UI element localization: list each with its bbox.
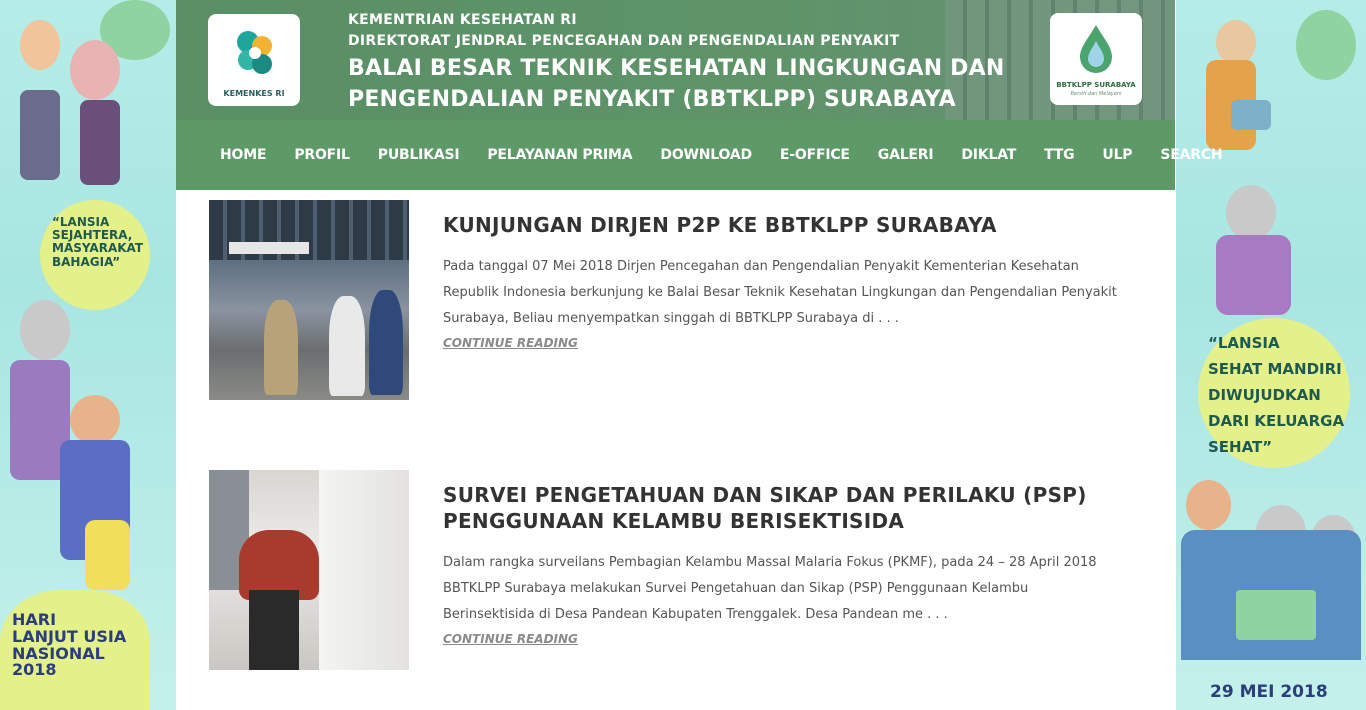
building-sign (229, 242, 309, 254)
person-illustration (70, 40, 120, 100)
post-title[interactable]: KUNJUNGAN DIRJEN P2P KE BBTKLPP SURABAYA (443, 212, 1123, 238)
post-body: SURVEI PENGETAHUAN DAN SIKAP DAN PERILAK… (443, 470, 1123, 647)
nav-e-office[interactable]: E-OFFICE (780, 147, 850, 163)
tree-decoration (1296, 10, 1356, 80)
person-illustration (20, 300, 70, 360)
person-illustration (1226, 185, 1276, 240)
right-banner-quote: “LANSIA SEHAT MANDIRI DIWUJUDKAN DARI KE… (1208, 334, 1345, 456)
left-banner-quote: “LANSIA SEJAHTERA, MASYARAKAT BAHAGIA” (52, 215, 144, 269)
main-navigation: HOME PROFIL PUBLIKASI PELAYANAN PRIMA DO… (176, 120, 1223, 190)
header-directorate: DIREKTORAT JENDRAL PENCEGAHAN DAN PENGEN… (348, 33, 900, 49)
bbtklpp-logo-caption: BBTKLPP SURABAYA (1056, 81, 1136, 89)
post-thumbnail[interactable] (209, 200, 409, 400)
person-in-photo (369, 290, 403, 395)
post-excerpt: Dalam rangka surveilans Pembagian Kelamb… (443, 555, 1097, 622)
nav-search[interactable]: SEARCH (1160, 147, 1222, 163)
header-institution-line1: BALAI BESAR TEKNIK KESEHATAN LINGKUNGAN … (348, 56, 1005, 81)
mosquito-net (319, 470, 409, 670)
nav-ttg[interactable]: TTG (1044, 147, 1075, 163)
book-illustration (1236, 590, 1316, 640)
header-ministry: KEMENTRIAN KESEHATAN RI (348, 12, 577, 28)
post-thumbnail[interactable] (209, 470, 409, 670)
person-illustration (20, 20, 60, 70)
person-illustration (1216, 235, 1291, 315)
bbtklpp-logo-tagline: Bersih dan Melayani (1070, 91, 1122, 97)
kemenkes-logo[interactable]: KEMENKES RI (208, 14, 300, 106)
left-side-banner: “LANSIA SEJAHTERA, MASYARAKAT BAHAGIA” H… (0, 0, 176, 710)
nav-pelayanan-prima[interactable]: PELAYANAN PRIMA (487, 147, 632, 163)
watering-can-icon (1231, 100, 1271, 130)
person-illustration (20, 90, 60, 180)
post-body: KUNJUNGAN DIRJEN P2P KE BBTKLPP SURABAYA… (443, 200, 1123, 351)
nav-diklat[interactable]: DIKLAT (961, 147, 1016, 163)
nav-home[interactable]: HOME (220, 147, 267, 163)
person-in-photo (249, 590, 299, 670)
continue-reading-link[interactable]: CONTINUE READING (443, 336, 578, 350)
right-side-banner: “LANSIA SEHAT MANDIRI DIWUJUDKAN DARI KE… (1176, 0, 1366, 710)
person-in-photo (329, 296, 365, 396)
person-illustration (1186, 480, 1231, 530)
bbtklpp-logo[interactable]: BBTKLPP SURABAYA Bersih dan Melayani (1050, 13, 1142, 105)
nav-profil[interactable]: PROFIL (294, 147, 350, 163)
post-card: SURVEI PENGETAHUAN DAN SIKAP DAN PERILAK… (209, 470, 1129, 670)
kemenkes-mark-icon (237, 31, 272, 74)
site-header: KEMENKES RI KEMENTRIAN KESEHATAN RI DIRE… (176, 0, 1175, 120)
post-title[interactable]: SURVEI PENGETAHUAN DAN SIKAP DAN PERILAK… (443, 482, 1123, 534)
person-in-photo (264, 300, 298, 395)
person-illustration (80, 100, 120, 185)
right-banner-date: 29 MEI 2018 (1210, 682, 1328, 702)
post-card: KUNJUNGAN DIRJEN P2P KE BBTKLPP SURABAYA… (209, 200, 1129, 400)
continue-reading-link[interactable]: CONTINUE READING (443, 632, 578, 646)
header-institution-line2: PENGENDALIAN PENYAKIT (BBTKLPP) SURABAYA (348, 87, 956, 112)
water-drop-icon (1080, 25, 1112, 73)
person-illustration (85, 520, 130, 590)
nav-publikasi[interactable]: PUBLIKASI (378, 147, 460, 163)
nav-galeri[interactable]: GALERI (878, 147, 934, 163)
person-illustration (1216, 20, 1256, 65)
nav-download[interactable]: DOWNLOAD (660, 147, 752, 163)
kemenkes-logo-caption: KEMENKES RI (223, 89, 285, 98)
nav-ulp[interactable]: ULP (1102, 147, 1132, 163)
left-banner-event: HARI LANJUT USIA NASIONAL 2018 (12, 610, 127, 680)
person-illustration (70, 395, 120, 445)
post-excerpt: Pada tanggal 07 Mei 2018 Dirjen Pencegah… (443, 259, 1117, 326)
